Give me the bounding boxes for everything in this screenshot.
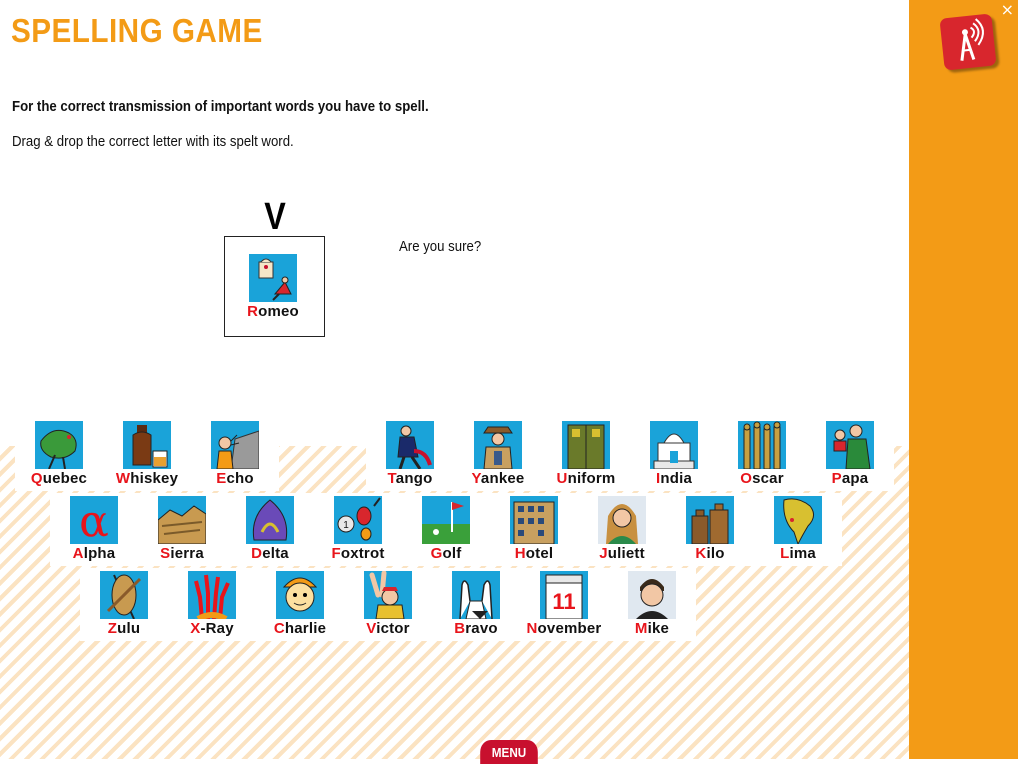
letter-card-whiskey[interactable]: Whiskey xyxy=(103,418,191,491)
card-word: Charlie xyxy=(273,620,327,637)
tango-icon xyxy=(386,421,434,469)
card-word: Golf xyxy=(430,545,462,562)
letter-card-echo[interactable]: Echo xyxy=(191,418,279,491)
zulu-icon xyxy=(100,571,148,619)
victor-icon xyxy=(364,571,412,619)
india-icon xyxy=(650,421,698,469)
sierra-icon xyxy=(158,496,206,544)
letter-card-yankee[interactable]: Yankee xyxy=(454,418,542,491)
letter-card-victor[interactable]: Victor xyxy=(344,568,432,641)
kilo-icon xyxy=(686,496,734,544)
xray-icon xyxy=(188,571,236,619)
letter-card-oscar[interactable]: Oscar xyxy=(718,418,806,491)
letter-card-delta[interactable]: Delta xyxy=(226,493,314,566)
yankee-icon xyxy=(474,421,522,469)
card-word: Whiskey xyxy=(115,470,179,487)
letter-card-bravo[interactable]: Bravo xyxy=(432,568,520,641)
letter-card-sierra[interactable]: Sierra xyxy=(138,493,226,566)
card-row-3: Zulu X-Ray Charlie Victor Bravo 11 November Mik… xyxy=(80,568,696,641)
mike-icon xyxy=(628,571,676,619)
card-word: Foxtrot xyxy=(331,545,385,562)
dropped-card-romeo[interactable]: Romeo xyxy=(229,251,317,324)
letter-card-hotel[interactable]: Hotel xyxy=(490,493,578,566)
letter-card-papa[interactable]: Papa xyxy=(806,418,894,491)
letter-card-mike[interactable]: Mike xyxy=(608,568,696,641)
instruction-text: Drag & drop the correct letter with its … xyxy=(12,133,294,150)
echo-icon xyxy=(211,421,259,469)
letter-card-zulu[interactable]: Zulu xyxy=(80,568,168,641)
card-word: Zulu xyxy=(107,620,141,637)
card-word: India xyxy=(655,470,692,487)
letter-card-alpha[interactable]: α Alpha xyxy=(50,493,138,566)
card-word: Bravo xyxy=(454,620,498,637)
card-word: Mike xyxy=(634,620,670,637)
card-word: Delta xyxy=(251,545,289,562)
delta-icon xyxy=(246,496,294,544)
letter-card-juliett[interactable]: Juliett xyxy=(578,493,666,566)
card-word: Echo xyxy=(216,470,254,487)
target-letter: V xyxy=(264,196,286,238)
card-word: Alpha xyxy=(72,545,116,562)
quebec-icon xyxy=(35,421,83,469)
letter-card-uniform[interactable]: Uniform xyxy=(542,418,630,491)
letter-card-xray[interactable]: X-Ray xyxy=(168,568,256,641)
oscar-icon xyxy=(738,421,786,469)
card-word: Sierra xyxy=(160,545,204,562)
letter-card-india[interactable]: India xyxy=(630,418,718,491)
hotel-icon xyxy=(510,496,558,544)
golf-icon xyxy=(422,496,470,544)
letter-card-kilo[interactable]: Kilo xyxy=(666,493,754,566)
papa-icon xyxy=(826,421,874,469)
card-word: Kilo xyxy=(695,545,725,562)
letter-card-lima[interactable]: Lima xyxy=(754,493,842,566)
card-row-2: α Alpha Sierra Delta 1 Foxtrot Golf Hotel Juliet… xyxy=(50,493,842,566)
card-word: Papa xyxy=(831,470,869,487)
svg-text:1: 1 xyxy=(343,520,349,531)
page-title: SPELLING GAME xyxy=(11,12,263,49)
close-icon[interactable]: × xyxy=(1001,0,1014,19)
letter-card-tango[interactable]: Tango xyxy=(366,418,454,491)
letter-card-quebec[interactable]: Quebec xyxy=(15,418,103,491)
card-word: Quebec xyxy=(30,470,88,487)
card-word: Victor xyxy=(366,620,410,637)
feedback-text: Are you sure? xyxy=(399,238,482,255)
november-icon: 11 xyxy=(540,571,588,619)
letter-card-charlie[interactable]: Charlie xyxy=(256,568,344,641)
uniform-icon xyxy=(562,421,610,469)
card-word: Uniform xyxy=(556,470,616,487)
card-word: Lima xyxy=(780,545,816,562)
card-word: Yankee xyxy=(471,470,525,487)
radio-tower-icon[interactable] xyxy=(939,13,997,71)
intro-text: For the correct transmission of importan… xyxy=(12,98,429,115)
charlie-icon xyxy=(276,571,324,619)
card-word: Oscar xyxy=(740,470,784,487)
card-word: Tango xyxy=(387,470,433,487)
drop-zone[interactable]: Romeo xyxy=(224,236,325,337)
card-word: Hotel xyxy=(514,545,554,562)
letter-card-foxtrot[interactable]: 1 Foxtrot xyxy=(314,493,402,566)
menu-button[interactable]: MENU xyxy=(480,740,538,764)
letter-card-golf[interactable]: Golf xyxy=(402,493,490,566)
letter-card-november[interactable]: 11 November xyxy=(520,568,608,641)
card-word: X-Ray xyxy=(190,620,234,637)
svg-text:α: α xyxy=(79,496,109,544)
bravo-icon xyxy=(452,571,500,619)
sidebar: × xyxy=(909,0,1018,759)
card-word: Romeo xyxy=(247,303,299,320)
card-row-1: Quebec Whiskey Echo Tango Yankee Uniform India… xyxy=(15,418,894,491)
romeo-icon xyxy=(249,254,297,302)
whiskey-icon xyxy=(123,421,171,469)
foxtrot-icon: 1 xyxy=(334,496,382,544)
card-word: November xyxy=(526,620,602,637)
alpha-icon: α xyxy=(70,496,118,544)
juliett-icon xyxy=(598,496,646,544)
row-gap xyxy=(279,418,366,491)
lima-icon xyxy=(774,496,822,544)
svg-text:11: 11 xyxy=(552,589,575,614)
card-word: Juliett xyxy=(599,545,645,562)
